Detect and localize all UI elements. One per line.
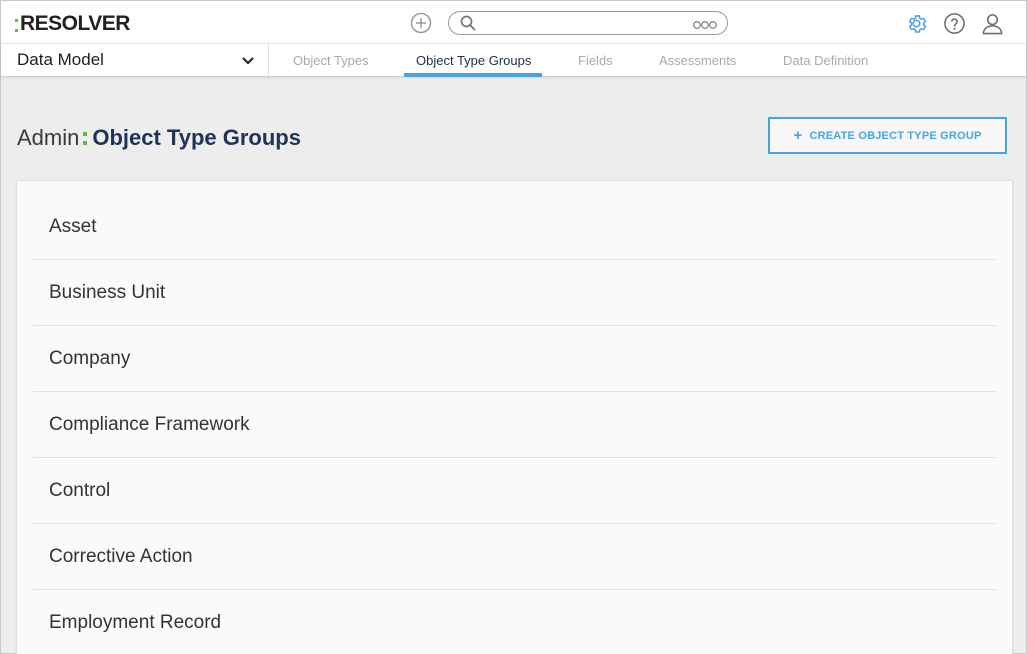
data-model-label: Data Model: [17, 50, 104, 69]
create-button-label: CREATE OBJECT TYPE GROUP: [809, 129, 982, 142]
top-bar: RESOLVER: [1, 1, 1026, 44]
list-item-label: Control: [49, 480, 111, 501]
page-title: Admin Object Type Groups: [17, 125, 301, 151]
search-input[interactable]: [483, 14, 683, 32]
page-title-prefix: Admin: [17, 125, 80, 150]
search-icon: [460, 15, 476, 31]
list-item-asset[interactable]: Asset: [33, 194, 996, 260]
active-tab-indicator: [404, 73, 542, 77]
resolver-logo[interactable]: RESOLVER: [15, 12, 130, 36]
help-icon[interactable]: [943, 12, 966, 35]
create-object-type-group-button[interactable]: + CREATE OBJECT TYPE GROUP: [768, 117, 1007, 154]
tab-assessments[interactable]: Assessments: [659, 44, 736, 77]
tab-fields[interactable]: Fields: [578, 44, 613, 77]
object-type-groups-list: Asset Business Unit Company Compliance F…: [16, 180, 1013, 654]
sub-navigation: Data Model Object Types Object Type Grou…: [1, 44, 1026, 77]
tab-data-definition[interactable]: Data Definition: [783, 44, 868, 77]
gear-icon[interactable]: [905, 12, 928, 35]
list-item-compliance-framework[interactable]: Compliance Framework: [33, 392, 996, 458]
list-item-label: Company: [49, 348, 131, 369]
list-item-label: Business Unit: [49, 282, 166, 303]
plus-circle-icon[interactable]: [410, 12, 432, 34]
list-item-control[interactable]: Control: [33, 458, 996, 524]
list-item-label: Asset: [49, 216, 97, 237]
user-icon[interactable]: [981, 12, 1004, 35]
plus-icon: +: [793, 127, 803, 144]
tab-object-types[interactable]: Object Types: [293, 44, 369, 77]
more-options-icon[interactable]: [692, 18, 718, 30]
logo-text: RESOLVER: [20, 12, 130, 35]
list-item-label: Corrective Action: [49, 546, 193, 567]
list-item-label: Compliance Framework: [49, 414, 250, 435]
page-title-text: Object Type Groups: [92, 125, 301, 150]
data-model-dropdown[interactable]: Data Model: [1, 44, 269, 76]
list-item-corrective-action[interactable]: Corrective Action: [33, 524, 996, 590]
search-bar[interactable]: [448, 11, 728, 35]
title-colon: [83, 131, 88, 145]
chevron-down-icon: [241, 54, 255, 68]
logo-colon: [15, 18, 18, 32]
list-item-company[interactable]: Company: [33, 326, 996, 392]
list-item-label: Employment Record: [49, 612, 222, 633]
list-item-employment-record[interactable]: Employment Record: [33, 590, 996, 654]
list-item-business-unit[interactable]: Business Unit: [33, 260, 996, 326]
